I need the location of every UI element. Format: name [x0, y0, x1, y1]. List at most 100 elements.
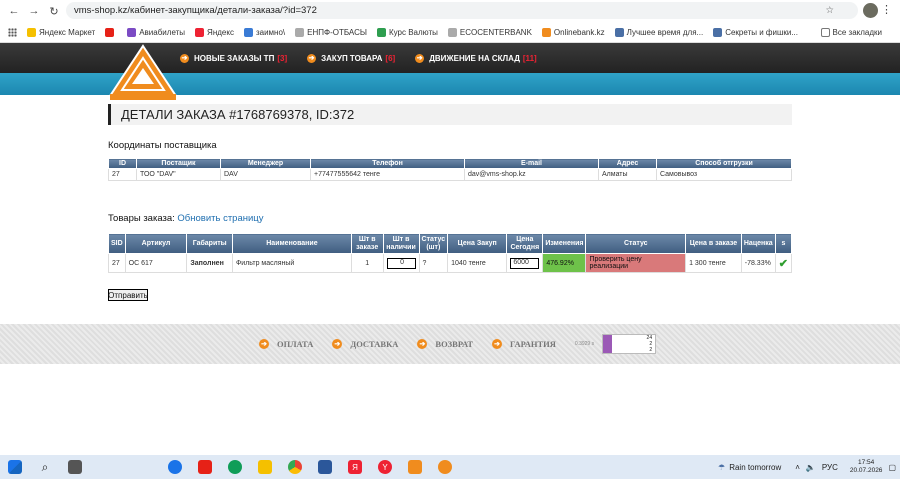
footer-link-return[interactable]: ➔ ВОЗВРАТ — [417, 339, 473, 349]
nav-new-orders[interactable]: ➔ НОВЫЕ ЗАКАЗЫ ТП [3] — [180, 53, 288, 63]
bookmark-item[interactable]: Яндекс — [195, 27, 234, 37]
bookmark-label: Лучшее время для... — [626, 27, 704, 37]
cell-price-today: 6000 — [506, 253, 544, 273]
nav-count: [3] — [277, 53, 288, 63]
yandex-icon[interactable]: Я — [348, 460, 362, 474]
refresh-page-link[interactable]: Обновить страницу — [177, 213, 263, 224]
menu-dots-icon[interactable]: ⋮ — [881, 3, 892, 16]
arrow-right-icon: ➔ — [259, 339, 269, 349]
nav-purchase[interactable]: ➔ ЗАКУП ТОВАРА [6] — [307, 53, 396, 63]
bookmark-item[interactable]: Авиабилеты — [127, 27, 185, 37]
cell: Самовывоз — [656, 168, 792, 181]
yandex-browser-icon[interactable]: Y — [378, 460, 392, 474]
chrome-icon[interactable] — [288, 460, 302, 474]
qty-stock-input[interactable]: 0 — [386, 257, 416, 269]
bookmark-item[interactable]: заимно\ — [243, 27, 286, 37]
clock-date: 20.07.2026 — [849, 467, 883, 474]
all-bookmarks[interactable]: Все закладки — [820, 28, 882, 37]
table-header-row: SID Артикул Габариты Наименование Шт в з… — [108, 233, 793, 254]
cell-changes: 476.92% — [542, 253, 587, 273]
profile-avatar[interactable] — [863, 3, 878, 18]
youtube-icon[interactable] — [105, 27, 117, 37]
cell-check: ✔ — [774, 253, 793, 273]
col-header: Шт в заказе — [350, 233, 384, 254]
youtube-taskbar-icon[interactable] — [198, 460, 212, 474]
language-indicator[interactable]: РУС — [822, 463, 838, 472]
app-icon[interactable] — [438, 460, 452, 474]
col-header: Цена Закуп — [447, 233, 508, 254]
cell-qty-stock: 0 — [382, 253, 420, 273]
nav-count: [6] — [385, 53, 396, 63]
col-header: Способ отгрузки — [656, 158, 792, 169]
cell: 27 — [108, 168, 137, 181]
cell-status: Проверить цену реализации — [585, 253, 687, 273]
footer-link-warranty[interactable]: ➔ ГАРАНТИЯ — [492, 339, 556, 349]
clock[interactable]: 17:54 20.07.2026 — [850, 459, 883, 475]
url-text: vms-shop.kz/кабинет-закупщика/детали-зак… — [74, 5, 317, 16]
nav-label: ЗАКУП ТОВАРА — [321, 53, 383, 63]
task-view-icon[interactable] — [68, 460, 82, 474]
bookmark-item[interactable]: Курс Валюты — [376, 27, 438, 37]
windows-start-icon[interactable] — [8, 460, 22, 474]
goods-heading-label: Товары заказа: — [108, 213, 175, 224]
windows-taskbar: ⌕ Я Y ☂ Rain tomorrow ˄ 🔈 РУС 17:54 20.0… — [0, 455, 900, 479]
bookmark-item[interactable]: Секреты и фишки... — [713, 27, 798, 37]
price-today-input[interactable]: 6000 — [510, 257, 540, 269]
cell: DAV — [220, 168, 311, 181]
app-icon[interactable] — [168, 460, 182, 474]
store-icon[interactable] — [318, 460, 332, 474]
all-bookmarks-label: Все закладки — [832, 28, 882, 37]
nav-warehouse[interactable]: ➔ ДВИЖЕНИЕ НА СКЛАД [11] — [415, 53, 537, 63]
file-explorer-icon[interactable] — [258, 460, 272, 474]
table-row: 27 OC 617 Заполнен Фильтр масляный 1 0 ?… — [108, 253, 793, 273]
arrow-right-icon: ➔ — [307, 53, 317, 63]
counter-line: 2 — [649, 347, 653, 353]
arrow-right-icon: ➔ — [332, 339, 343, 349]
arrow-right-icon: ➔ — [417, 339, 428, 349]
notification-icon[interactable]: ▢ — [888, 463, 896, 472]
cell-markup: -78.33% — [740, 253, 776, 273]
nav-label: НОВЫЕ ЗАКАЗЫ ТП — [194, 53, 275, 63]
footer-label: ОПЛАТА — [277, 339, 314, 349]
footer-label: ДОСТАВКА — [350, 339, 399, 349]
bookmark-item[interactable]: Лучшее время для... — [614, 27, 704, 37]
arrow-right-icon: ➔ — [492, 339, 503, 349]
bookmark-item[interactable]: ECOCENTERBANK — [447, 27, 532, 37]
bookmark-item[interactable]: Onlinebank.kz — [541, 27, 605, 37]
reload-icon[interactable]: ↻ — [46, 5, 62, 18]
edge-icon[interactable] — [228, 460, 242, 474]
search-icon[interactable]: ⌕ — [38, 460, 52, 474]
col-header: Постащик — [136, 158, 221, 169]
volume-icon[interactable]: 🔈 — [806, 463, 816, 472]
col-header: Наценка — [740, 233, 776, 254]
send-button[interactable]: Отправить — [108, 289, 148, 301]
visit-counter[interactable]: 24 2 2 — [602, 334, 657, 354]
footer-label: ВОЗВРАТ — [435, 339, 474, 349]
weather-text[interactable]: Rain tomorrow — [729, 463, 781, 472]
bookmark-label: Курс Валюты — [388, 27, 438, 37]
bookmark-item[interactable]: ЕНПФ-ОТБАСЫ — [295, 27, 367, 37]
apps-grid-icon[interactable] — [8, 27, 17, 37]
goods-heading: Товары заказа: Обновить страницу — [108, 213, 264, 224]
cell-price-purchase: 1040 тенге — [447, 253, 508, 273]
col-header: Изменения — [542, 233, 587, 254]
col-header: s — [774, 233, 793, 254]
bookmark-label: Яндекс Маркет — [39, 27, 96, 37]
footer-link-delivery[interactable]: ➔ ДОСТАВКА — [332, 339, 398, 349]
back-icon[interactable]: ← — [6, 5, 22, 17]
bookmark-star-icon[interactable]: ☆ — [825, 5, 834, 16]
nav-count: [11] — [522, 53, 537, 63]
footer-link-payment[interactable]: ➔ ОПЛАТА — [259, 339, 313, 349]
address-bar[interactable]: vms-shop.kz/кабинет-закупщика/детали-зак… — [66, 2, 858, 19]
bookmark-label: Onlinebank.kz — [553, 27, 605, 37]
bookmark-label: ECOCENTERBANK — [459, 27, 532, 37]
cell-status-qty: ? — [418, 253, 449, 273]
forward-icon[interactable]: → — [26, 5, 42, 17]
checkmark-icon[interactable]: ✔ — [779, 258, 788, 270]
browser-toolbar: ← → ↻ vms-shop.kz/кабинет-закупщика/дета… — [0, 0, 900, 22]
bookmark-item[interactable]: Яндекс Маркет — [27, 27, 96, 37]
chevron-up-icon[interactable]: ˄ — [795, 463, 800, 472]
app-icon[interactable] — [408, 460, 422, 474]
bookmark-label: заимно\ — [255, 27, 286, 37]
site-logo[interactable] — [108, 44, 178, 102]
